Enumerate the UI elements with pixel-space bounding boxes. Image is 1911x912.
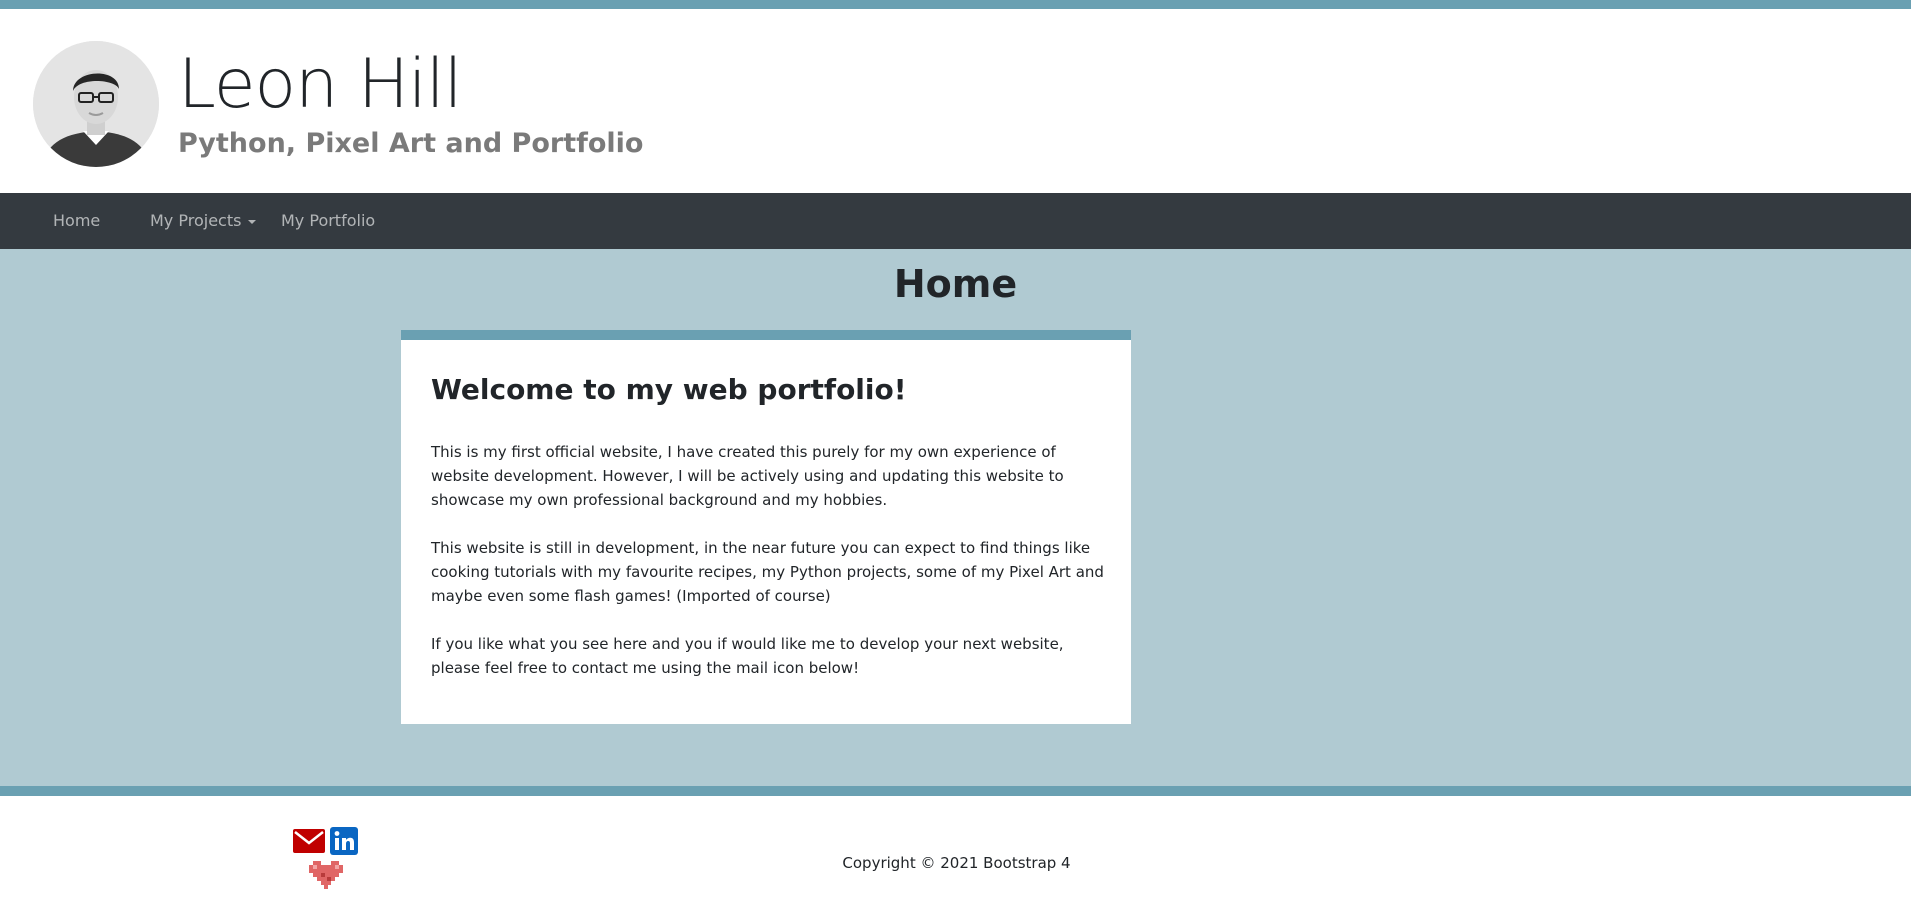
site-subtitle: Python, Pixel Art and Portfolio — [178, 128, 644, 159]
copyright-text: Copyright © 2021 Bootstrap 4 — [842, 854, 1071, 872]
site-header: Leon Hill Python, Pixel Art and Portfoli… — [0, 9, 1911, 193]
nav-my-projects-dropdown[interactable]: My Projects — [150, 193, 257, 249]
caret-down-icon — [248, 219, 257, 224]
nav-my-projects-label: My Projects — [150, 211, 242, 230]
profile-photo — [33, 41, 159, 167]
nav-home-link[interactable]: Home — [53, 193, 100, 249]
card-paragraph-3: If you like what you see here and you if… — [431, 635, 1064, 677]
profile-avatar — [33, 41, 159, 167]
nav-my-portfolio-label: My Portfolio — [281, 211, 376, 230]
welcome-card: Welcome to my web portfolio! This is my … — [401, 330, 1131, 724]
footer-accent-stripe — [0, 786, 1911, 796]
card-paragraph-2: This website is still in development, in… — [431, 539, 1104, 605]
top-accent-stripe — [0, 0, 1911, 9]
card-paragraph-1: This is my first official website, I hav… — [431, 443, 1064, 509]
site-footer: Copyright © 2021 Bootstrap 4 — [0, 796, 1911, 912]
main-content: Home Welcome to my web portfolio! This i… — [0, 249, 1911, 786]
main-navbar: Home My Projects My Portfolio — [0, 193, 1911, 249]
site-title: Leon Hill — [178, 45, 463, 124]
nav-home-label: Home — [53, 211, 101, 230]
card-title: Welcome to my web portfolio! — [431, 373, 907, 406]
mail-icon[interactable] — [293, 829, 325, 853]
page-title: Home — [893, 262, 1018, 306]
nav-my-portfolio-link[interactable]: My Portfolio — [281, 193, 375, 249]
